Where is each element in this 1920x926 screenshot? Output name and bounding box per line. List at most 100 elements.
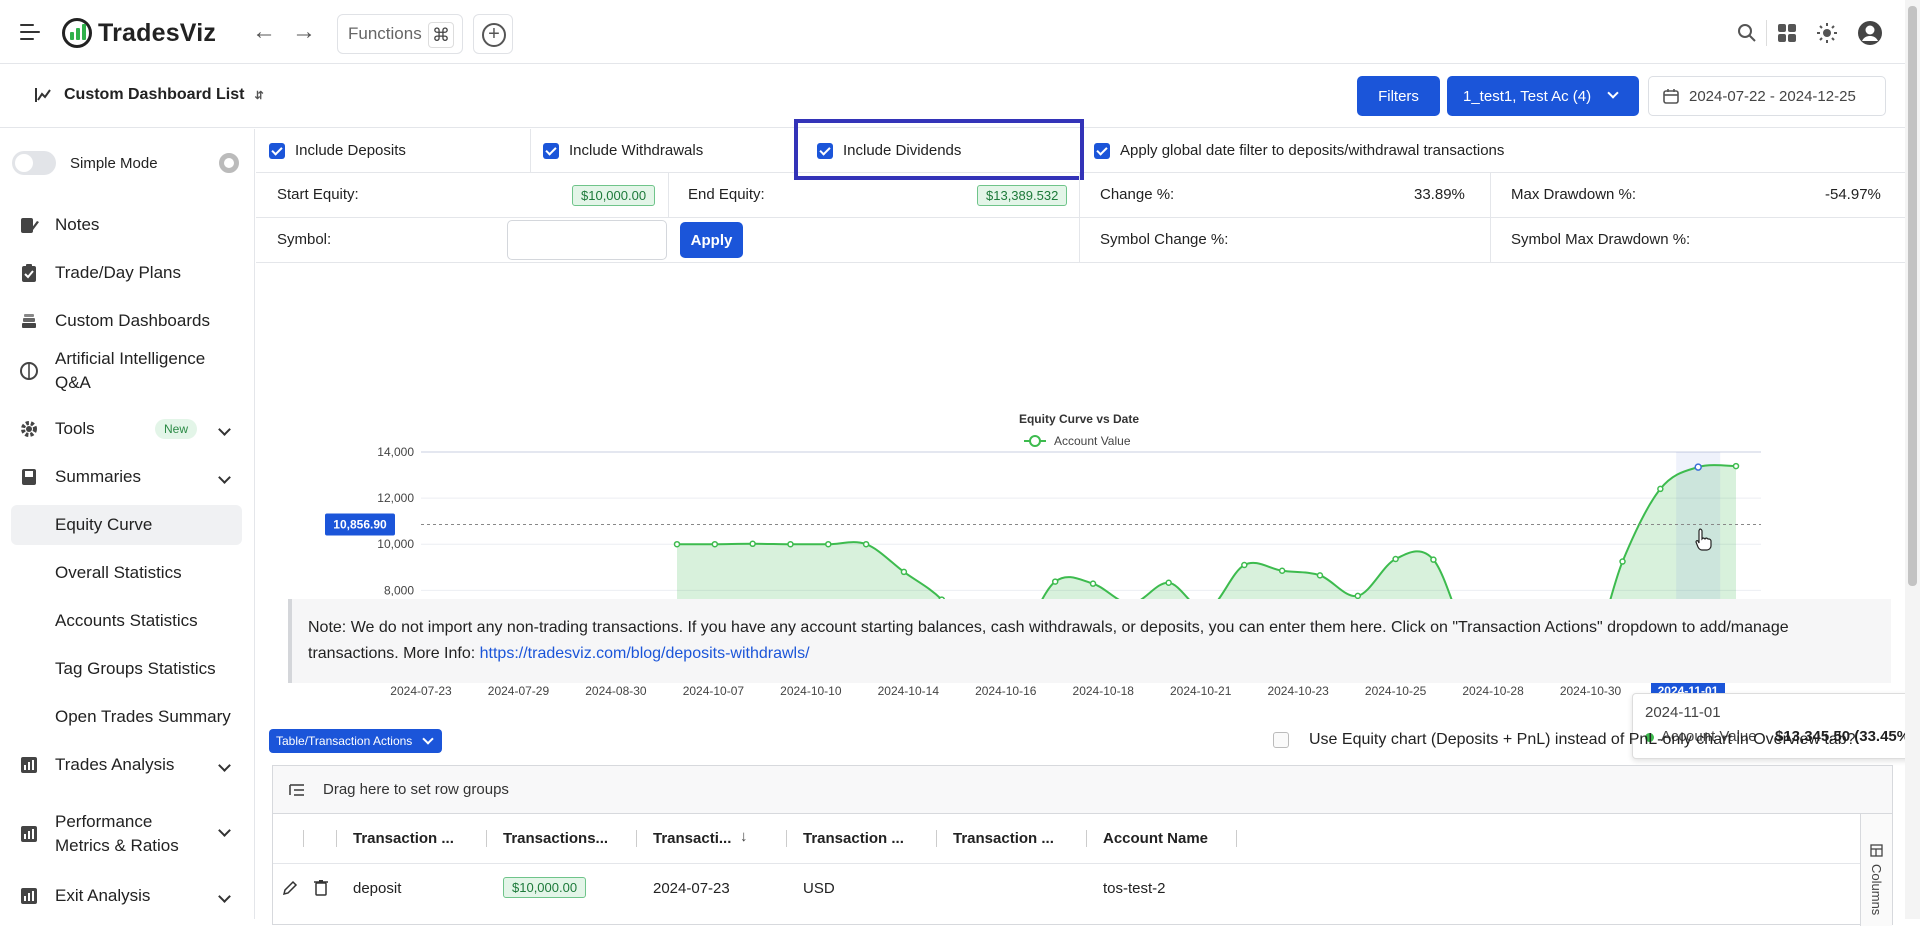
apply-button[interactable]: Apply	[680, 222, 743, 258]
chevron-down-icon	[1607, 87, 1619, 99]
accounts-select[interactable]: 1_test1, Test Ac (4)	[1447, 76, 1639, 116]
back-arrow-icon[interactable]: ←	[252, 20, 276, 44]
column-header[interactable]: Transaction ...	[803, 830, 904, 847]
sun-icon[interactable]	[1816, 22, 1838, 44]
include-withdrawals-checkbox[interactable]: Include Withdrawals	[543, 142, 703, 159]
data-point[interactable]	[787, 540, 794, 548]
data-point[interactable]	[1619, 558, 1626, 565]
data-point[interactable]	[1165, 579, 1172, 586]
divider	[668, 173, 669, 217]
sidebar-item-trades-analysis[interactable]: Trades Analysis	[0, 753, 255, 777]
sidebar-item-tag-groups-statistics[interactable]: Tag Groups Statistics	[0, 657, 255, 681]
column-header[interactable]: Transaction ...	[953, 830, 1054, 847]
sidebar-item-custom-dashboards[interactable]: Custom Dashboards	[0, 309, 255, 333]
add-button[interactable]: +	[473, 14, 513, 54]
sidebar-item-label: Trade/Day Plans	[55, 263, 181, 282]
column-header[interactable]: Transaction ...	[353, 830, 454, 847]
settings-gear-icon[interactable]	[219, 153, 239, 173]
columns-side-panel[interactable]: Columns	[1860, 814, 1892, 926]
data-point[interactable]	[1278, 567, 1286, 575]
row-group-panel[interactable]: Drag here to set row groups	[273, 766, 1892, 814]
user-avatar-icon[interactable]	[1857, 20, 1883, 46]
simple-mode-toggle[interactable]: Simple Mode	[12, 151, 158, 175]
chevron-down-icon[interactable]	[218, 889, 231, 903]
sidebar-item-tools[interactable]: Tools New	[0, 417, 255, 441]
sidebar-item-label: Notes	[55, 215, 100, 234]
data-point[interactable]	[900, 568, 908, 576]
data-point[interactable]	[862, 540, 870, 548]
sidebar-item-summaries[interactable]: Summaries	[0, 465, 255, 489]
data-point[interactable]	[825, 540, 832, 548]
x-tick-label: 2024-10-25	[1365, 684, 1427, 698]
data-point[interactable]	[1241, 561, 1248, 569]
chart-legend[interactable]: Account Value	[1024, 434, 1131, 448]
brand-name: TradesViz	[98, 18, 217, 47]
equity-chart-option[interactable]: Use Equity chart (Deposits + PnL) instea…	[1273, 731, 1855, 749]
checkbox-checked-icon[interactable]	[1094, 142, 1110, 159]
start-equity-label: Start Equity:	[277, 186, 359, 203]
change-pct-label: Change %:	[1100, 186, 1175, 203]
data-point[interactable]	[673, 540, 681, 548]
data-point[interactable]	[749, 540, 756, 548]
toggle-switch[interactable]	[12, 151, 56, 175]
sidebar-item-notes[interactable]: Notes	[0, 213, 255, 237]
data-point[interactable]	[1657, 485, 1664, 493]
menu-icon[interactable]	[20, 24, 40, 40]
date-range-picker[interactable]: 2024-07-22 - 2024-12-25	[1648, 76, 1886, 116]
sidebar-item-overall-statistics[interactable]: Overall Statistics	[0, 561, 255, 585]
accounts-label: 1_test1, Test Ac (4)	[1463, 87, 1592, 105]
sidebar-item-exit-analysis[interactable]: Exit Analysis	[0, 884, 255, 908]
checkbox-checked-icon[interactable]	[269, 142, 285, 159]
sidebar-item-open-trades-summary[interactable]: Open Trades Summary	[0, 705, 255, 729]
chevron-down-icon[interactable]	[218, 422, 231, 436]
filters-button[interactable]: Filters	[1357, 76, 1440, 116]
edit-pencil-icon[interactable]	[282, 880, 298, 896]
data-point[interactable]	[1089, 580, 1097, 587]
sidebar-item-accounts-statistics[interactable]: Accounts Statistics	[0, 609, 255, 633]
brand-logo[interactable]: TradesViz	[62, 18, 216, 48]
data-point[interactable]	[1316, 572, 1324, 579]
equity-option-label: Use Equity chart (Deposits + PnL) instea…	[1309, 731, 1856, 748]
symbol-input[interactable]	[507, 220, 667, 260]
data-point[interactable]	[711, 540, 719, 548]
data-point[interactable]	[1354, 592, 1362, 600]
sidebar-item-performance-metrics[interactable]: Performance Metrics & Ratios	[0, 810, 255, 858]
functions-button[interactable]: Functions ⌘	[337, 14, 463, 54]
data-point[interactable]	[1732, 462, 1740, 470]
include-deposits-checkbox[interactable]: Include Deposits	[269, 142, 406, 159]
x-tick-label: 2024-10-30	[1560, 684, 1622, 698]
table-actions-button[interactable]: Table/Transaction Actions	[269, 729, 443, 753]
apps-grid-icon[interactable]	[1776, 22, 1798, 44]
forward-arrow-icon[interactable]: →	[292, 20, 316, 44]
chevron-down-icon[interactable]	[218, 824, 231, 837]
chevron-down-icon[interactable]	[218, 470, 231, 484]
column-header[interactable]: Transacti...	[653, 830, 731, 847]
sidebar-item-label: Artificial Intelligence	[55, 349, 206, 368]
column-header[interactable]: Account Name	[1103, 830, 1208, 847]
column-header[interactable]: Transactions...	[503, 830, 608, 847]
data-point[interactable]	[1694, 463, 1702, 471]
delete-trash-icon[interactable]	[313, 879, 329, 896]
x-tick-label: 2024-10-10	[780, 684, 842, 698]
note-link[interactable]: https://tradesviz.com/blog/deposits-with…	[480, 645, 810, 662]
sort-down-arrow-icon[interactable]: ↓	[740, 828, 748, 845]
column-separator	[786, 830, 787, 847]
data-point[interactable]	[1051, 578, 1059, 585]
scrollbar-thumb[interactable]	[1908, 6, 1917, 586]
checkbox-unchecked-icon[interactable]	[1273, 732, 1289, 748]
data-point[interactable]	[1392, 555, 1399, 563]
column-separator	[1236, 830, 1237, 847]
date-range-text: 2024-07-22 - 2024-12-25	[1689, 87, 1856, 105]
sidebar-item-label-2: Metrics & Ratios	[55, 836, 179, 855]
search-icon[interactable]	[1736, 22, 1758, 44]
sidebar-item-trade-day-plans[interactable]: Trade/Day Plans	[0, 261, 255, 285]
page-scrollbar[interactable]	[1905, 0, 1920, 919]
dashboard-selector[interactable]: Custom Dashboard List ⇵	[34, 86, 264, 104]
apply-global-date-checkbox[interactable]: Apply global date filter to deposits/wit…	[1094, 142, 1504, 159]
legend-marker	[1029, 435, 1041, 447]
chevron-down-icon[interactable]	[218, 758, 231, 772]
sidebar-item-equity-curve[interactable]: Equity Curve	[0, 513, 255, 537]
data-point[interactable]	[1430, 556, 1437, 563]
checkbox-checked-icon[interactable]	[543, 142, 559, 159]
sidebar-item-ai-qa[interactable]: Artificial Intelligence Q&A	[0, 347, 255, 395]
